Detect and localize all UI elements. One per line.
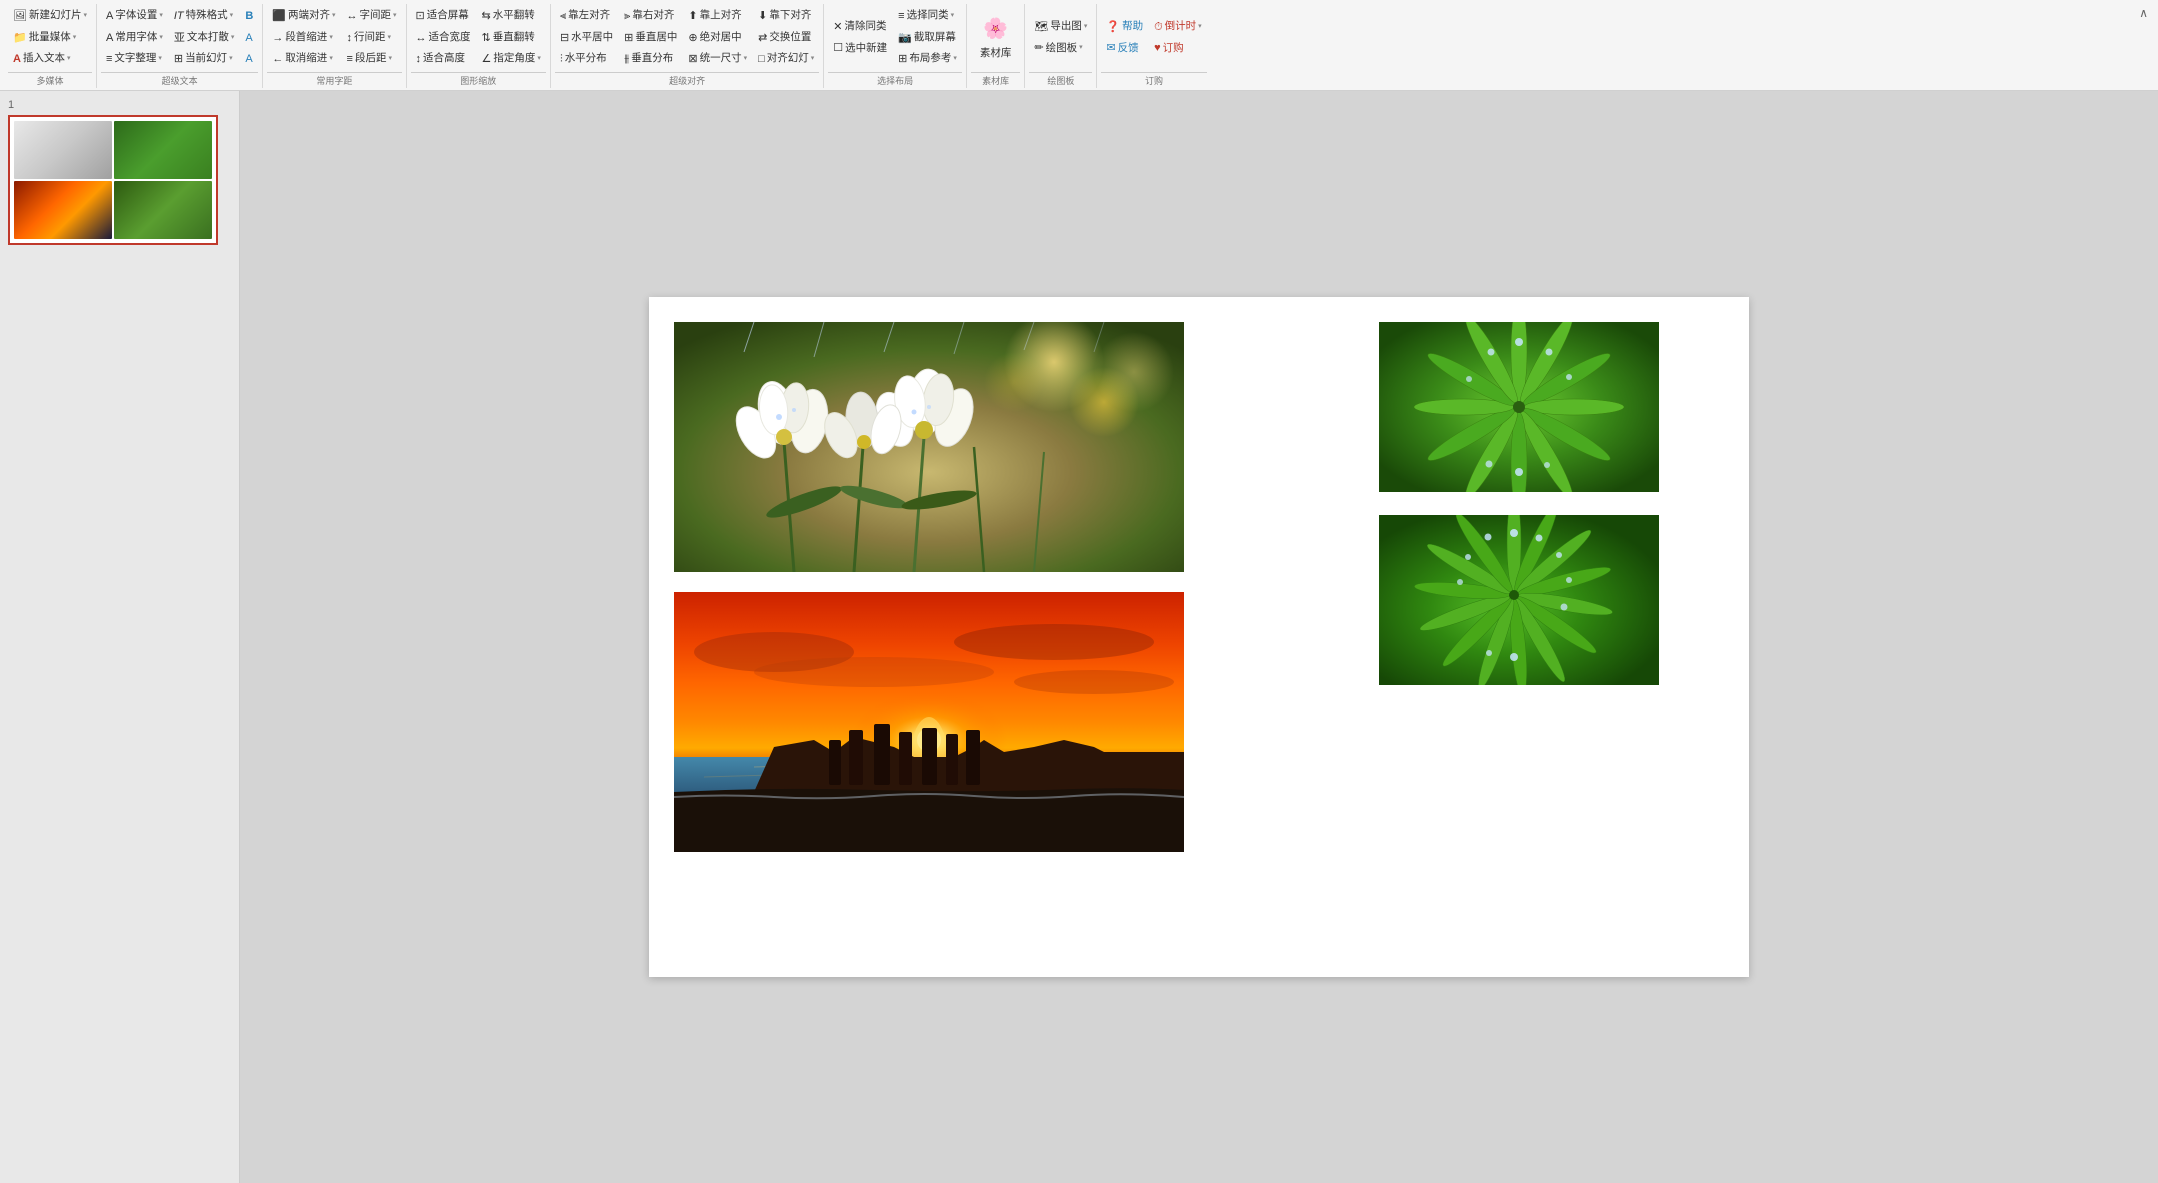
ribbon-group-supertext: A 字体设置 ▾ A 常用字体 ▾ ≡ 文字整理 ▾ [97,4,263,88]
select-same-button[interactable]: ≡ 选择同类 ▾ [893,6,962,27]
layout-ref-button[interactable]: ⊞ 布局参考 ▾ [893,49,962,70]
para-after-button[interactable]: ≡ 段后距 ▾ [342,49,402,70]
uniform-size-button[interactable]: ⊠ 统一尺寸 ▾ [683,49,752,70]
slide-panel: 1 [0,91,240,1183]
subscribe-button[interactable]: ♥ 订购 [1149,38,1207,59]
font-a2-button[interactable]: A [240,49,258,70]
bold-button[interactable]: B [240,6,258,27]
common-font-button[interactable]: A 常用字体 ▾ [101,28,168,49]
point-angle-button[interactable]: ∠ 指定角度 ▾ [477,49,546,70]
para-indent-button[interactable]: → 段首缩进 ▾ [267,28,340,49]
align-group-label: 超级对齐 [555,72,819,88]
insert-text-button[interactable]: A 插入文本 ▾ [8,49,92,70]
align-left-button[interactable]: ⫷ 靠左对齐 [555,6,618,27]
fit-width-button[interactable]: ↔ 适合宽度 [411,28,476,49]
fit-height-button[interactable]: ↕ 适合高度 [411,49,476,70]
abs-center-button[interactable]: ⊕ 绝对居中 [683,28,752,49]
drawing-group-label: 绘图板 [1029,72,1092,88]
thumb-photo-sunset [14,181,112,239]
media-group-label: 多媒体 [8,72,92,88]
photo-sunset[interactable] [674,592,1184,852]
main-area: 1 [0,91,2158,1183]
ribbon-group-media: 🖼 新建幻灯片 ▾ 📁 批量媒体 ▾ A 插入文本 ▾ [4,4,97,88]
align-slide-button[interactable]: □ 对齐幻灯 ▾ [753,49,819,70]
export-map-button[interactable]: 🗺 导出图 ▾ [1029,17,1092,38]
drawing-board-button[interactable]: ✏ 绘图板 ▾ [1029,38,1092,59]
swap-pos-button[interactable]: ⇄ 交换位置 [753,28,819,49]
line-spacing-button[interactable]: ↕ 行间距 ▾ [342,28,402,49]
slide-number: 1 [8,99,231,111]
photo-green1[interactable] [1379,322,1659,492]
text-layout-button[interactable]: ≡ 文字整理 ▾ [101,49,168,70]
photo-green2[interactable] [1379,515,1659,685]
select-new-button[interactable]: ☐ 选中新建 [828,38,892,59]
thumb-photo-green2 [114,181,212,239]
v-center-button[interactable]: ⊞ 垂直居中 [619,28,682,49]
thumb-photo-green1 [114,121,212,179]
char-spacing-button[interactable]: ↔ 字间距 ▾ [342,6,402,27]
material-group-label: 素材库 [971,72,1021,88]
ribbon-toolbar: 🖼 新建幻灯片 ▾ 📁 批量媒体 ▾ A 插入文本 ▾ [0,2,2158,90]
ribbon-group-material: 🌸 素材库 素材库 [967,4,1026,88]
ribbon: 🖼 新建幻灯片 ▾ 📁 批量媒体 ▾ A 插入文本 ▾ [0,0,2158,91]
spacing-group-label: 常用字距 [267,72,401,88]
thumb-photo-flowers [14,121,112,179]
slide-thumbnail[interactable] [8,115,218,245]
h-flip-button[interactable]: ⇆ 水平翻转 [477,6,546,27]
photo-flowers[interactable] [674,322,1184,572]
clear-same-button[interactable]: ✕ 清除同类 [828,17,892,38]
v-flip-button[interactable]: ⇅ 垂直翻转 [477,28,546,49]
h-distribute-button[interactable]: ⫶ 水平分布 [555,49,618,70]
ribbon-group-order: ❓ 帮助 ✉ 反馈 ⏱ 倒计时 ▾ ♥ [1097,4,1210,88]
current-slide-button[interactable]: ⊞ 当前幻灯 ▾ [169,49,240,70]
align-top-button[interactable]: ⬆ 靠上对齐 [683,6,752,27]
help-button[interactable]: ❓ 帮助 [1101,17,1148,38]
align-right-button[interactable]: ⫸ 靠右对齐 [619,6,682,27]
ribbon-group-align: ⫷ 靠左对齐 ⊟ 水平居中 ⫶ 水平分布 ⫸ 靠右对齐 [551,4,824,88]
supertext-group-label: 超级文本 [101,72,258,88]
ribbon-group-shape-zoom: ⊡ 适合屏幕 ↔ 适合宽度 ↕ 适合高度 ⇆ 水平翻转 [407,4,551,88]
font-setting-button[interactable]: A 字体设置 ▾ [101,6,168,27]
material-lib-button[interactable]: 🌸 素材库 [971,9,1021,67]
batch-media-button[interactable]: 📁 批量媒体 ▾ [8,28,92,49]
countdown-button[interactable]: ⏱ 倒计时 ▾ [1149,17,1207,38]
special-format-button[interactable]: IT 特殊格式 ▾ [169,6,240,27]
cancel-indent-button[interactable]: ← 取消缩进 ▾ [267,49,340,70]
canvas-area [240,91,2158,1183]
ribbon-group-spacing: ⬛ 两端对齐 ▾ → 段首缩进 ▾ ← 取消缩进 ▾ [263,4,406,88]
align-justify-button[interactable]: ⬛ 两端对齐 ▾ [267,6,340,27]
screenshot-button[interactable]: 📷 截取屏幕 [893,28,962,49]
ribbon-group-drawing: 🗺 导出图 ▾ ✏ 绘图板 ▾ 绘图板 [1025,4,1097,88]
ribbon-group-layout: ✕ 清除同类 ☐ 选中新建 ≡ 选择同类 ▾ 📷 [824,4,967,88]
font-a1-button[interactable]: A [240,28,258,49]
feedback-button[interactable]: ✉ 反馈 [1101,38,1148,59]
v-distribute-button[interactable]: ⫵ 垂直分布 [619,49,682,70]
new-slide-button[interactable]: 🖼 新建幻灯片 ▾ [8,6,92,27]
order-group-label: 订购 [1101,72,1206,88]
ribbon-collapse-button[interactable]: ∧ [2133,4,2154,22]
fit-screen-button[interactable]: ⊡ 适合屏幕 [411,6,476,27]
shape-zoom-group-label: 图形缩放 [411,72,546,88]
layout-group-label: 选择布局 [828,72,962,88]
slide-canvas[interactable] [649,297,1749,977]
align-bottom-button[interactable]: ⬇ 靠下对齐 [753,6,819,27]
h-center-button[interactable]: ⊟ 水平居中 [555,28,618,49]
text-scatter-button[interactable]: 亚 文本打散 ▾ [169,28,240,49]
